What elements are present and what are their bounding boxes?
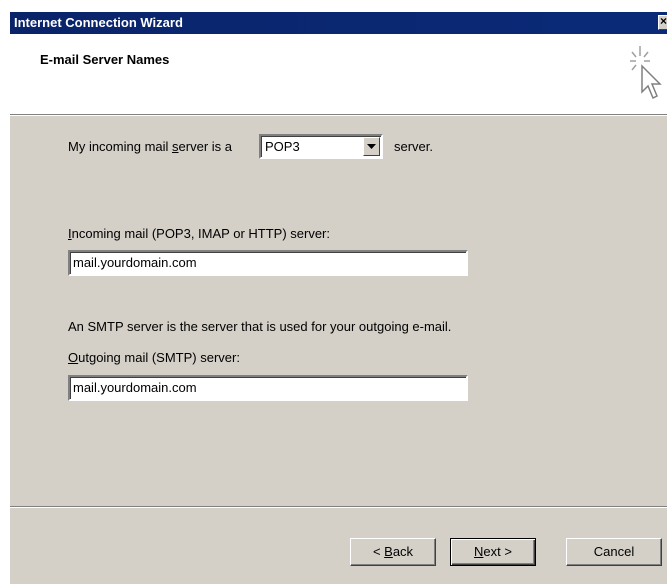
wizard-cursor-sparkle-icon: [630, 46, 662, 100]
cancel-button[interactable]: Cancel: [566, 538, 662, 566]
top-strip: [0, 0, 667, 12]
next-button[interactable]: Next >: [450, 538, 536, 566]
incoming-type-suffix: server.: [394, 139, 434, 154]
outgoing-server-label: Outgoing mail (SMTP) server:: [68, 350, 240, 365]
wizard-body: My incoming mail server is a POP3 server…: [10, 116, 667, 584]
page-title: E-mail Server Names: [40, 52, 170, 67]
incoming-server-type-select[interactable]: POP3: [259, 134, 383, 159]
close-button[interactable]: ×: [658, 15, 667, 30]
smtp-note: An SMTP server is the server that is use…: [68, 319, 452, 334]
back-button[interactable]: < Back: [350, 538, 436, 566]
incoming-server-input[interactable]: mail.yourdomain.com: [68, 250, 468, 276]
wizard-window: Internet Connection Wizard × E-mail Serv…: [0, 0, 667, 584]
footer-divider: [10, 506, 667, 508]
close-icon: ×: [660, 15, 667, 28]
chevron-down-icon: [367, 144, 376, 149]
window-title: Internet Connection Wizard: [14, 15, 183, 30]
outgoing-server-input[interactable]: mail.yourdomain.com: [68, 375, 468, 401]
title-bar[interactable]: Internet Connection Wizard ×: [10, 12, 667, 34]
incoming-type-label: My incoming mail server is a: [68, 139, 232, 154]
dropdown-button[interactable]: [363, 137, 380, 156]
wizard-header: E-mail Server Names: [10, 34, 667, 114]
incoming-server-type-value: POP3: [265, 139, 300, 154]
incoming-server-label: Incoming mail (POP3, IMAP or HTTP) serve…: [68, 226, 330, 241]
